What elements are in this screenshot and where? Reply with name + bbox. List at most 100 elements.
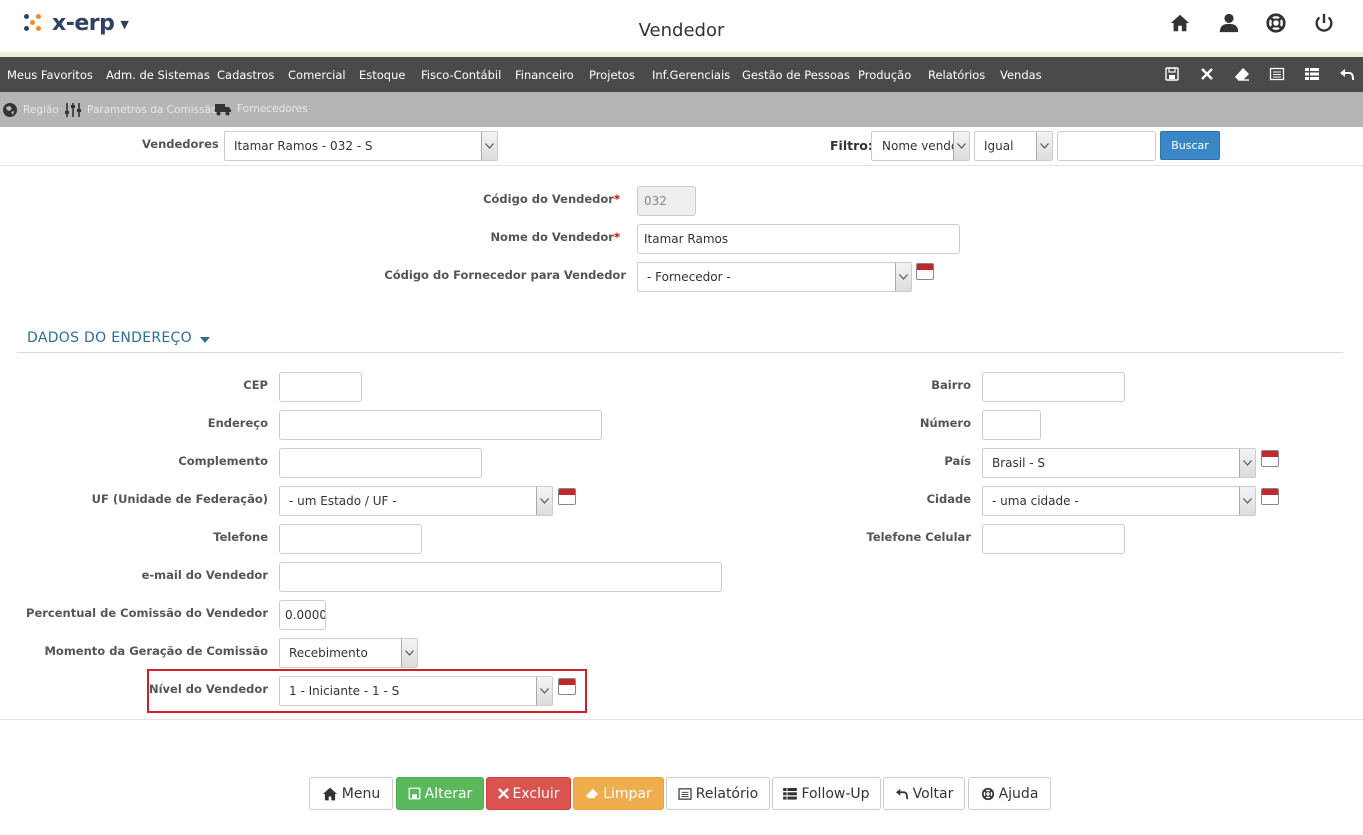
excluir-button[interactable]: Excluir xyxy=(486,777,571,810)
vendedores-label: Vendedores xyxy=(142,137,219,151)
life-ring-icon xyxy=(981,787,994,800)
menu-vendas[interactable]: Vendas xyxy=(1000,68,1042,82)
telefone-input[interactable] xyxy=(279,524,422,554)
menu-comercial[interactable]: Comercial xyxy=(288,68,346,82)
page-title: Vendedor xyxy=(638,20,725,41)
telefone-celular-input[interactable] xyxy=(982,524,1125,554)
chevron-down-icon xyxy=(481,132,497,160)
nome-vendedor-label: Nome do Vendedor* xyxy=(490,230,620,244)
menu-producao[interactable]: Produção xyxy=(858,68,911,82)
fornecedor-select[interactable]: - Fornecedor - xyxy=(637,262,912,292)
menu-financeiro[interactable]: Financeiro xyxy=(515,68,574,82)
relatorio-button[interactable]: Relatório xyxy=(666,777,770,810)
nivel-vendedor-value: 1 - Iniciante - 1 - S xyxy=(289,684,400,698)
alterar-button-label: Alterar xyxy=(424,785,473,802)
top-header: x-erp ▼ Vendedor xyxy=(0,0,1363,52)
bairro-label: Bairro xyxy=(931,378,971,392)
eraser-icon xyxy=(586,788,599,798)
eraser-icon[interactable] xyxy=(1234,66,1250,82)
menu-relatorios[interactable]: Relatórios xyxy=(928,68,985,82)
numero-input[interactable] xyxy=(982,410,1041,440)
ajuda-button[interactable]: Ajuda xyxy=(968,777,1051,810)
close-icon[interactable] xyxy=(1199,66,1215,82)
endereco-input[interactable] xyxy=(279,410,602,440)
menu-inf-gerenciais[interactable]: Inf.Gerenciais xyxy=(652,68,730,82)
uf-lookup-icon[interactable] xyxy=(558,488,576,505)
voltar-button-label: Voltar xyxy=(912,785,954,802)
pais-select[interactable]: Brasil - S xyxy=(982,448,1256,478)
percentual-comissao-input[interactable]: 0.0000 xyxy=(279,600,326,630)
cidade-lookup-icon[interactable] xyxy=(1261,488,1279,505)
codigo-vendedor-input[interactable]: 032 xyxy=(637,186,696,216)
codigo-vendedor-label: Código do Vendedor* xyxy=(483,192,620,206)
cidade-select[interactable]: - uma cidade - xyxy=(982,486,1256,516)
nivel-vendedor-label: Nível do Vendedor xyxy=(148,682,268,696)
subbar-item-parametros-comissao[interactable]: Parametros da Comissão xyxy=(64,102,217,118)
menu-cadastros[interactable]: Cadastros xyxy=(217,68,274,82)
nivel-vendedor-select[interactable]: 1 - Iniciante - 1 - S xyxy=(279,676,553,706)
home-icon xyxy=(322,787,337,800)
uf-select[interactable]: - um Estado / UF - xyxy=(279,486,553,516)
life-ring-icon[interactable] xyxy=(1265,12,1287,34)
subbar-item-regiao[interactable]: Região xyxy=(2,102,59,118)
caret-down-icon xyxy=(199,336,210,343)
save-icon[interactable] xyxy=(1164,66,1180,82)
buscar-button[interactable]: Buscar xyxy=(1160,131,1220,160)
uf-select-value: - um Estado / UF - xyxy=(289,494,397,508)
email-input[interactable] xyxy=(279,562,722,592)
list-alt-icon[interactable] xyxy=(1269,66,1285,82)
sliders-icon xyxy=(65,103,81,117)
momento-comissao-select[interactable]: Recebimento xyxy=(279,638,418,668)
cep-input[interactable] xyxy=(279,372,362,402)
pais-select-value: Brasil - S xyxy=(992,456,1046,470)
section-dados-endereco[interactable]: DADOS DO ENDEREÇO xyxy=(27,330,210,346)
menu-adm-sistemas[interactable]: Adm. de Sistemas xyxy=(106,68,210,82)
filter-search-input[interactable] xyxy=(1057,131,1156,161)
limpar-button-label: Limpar xyxy=(603,785,652,802)
close-icon xyxy=(497,788,509,799)
chevron-down-icon xyxy=(1036,132,1052,160)
power-icon[interactable] xyxy=(1313,12,1335,34)
menu-estoque[interactable]: Estoque xyxy=(359,68,405,82)
filter-field-select[interactable]: Nome vendedor xyxy=(871,131,970,161)
complemento-label: Complemento xyxy=(178,454,268,468)
excluir-button-label: Excluir xyxy=(512,785,560,802)
vendedores-select[interactable]: Itamar Ramos - 032 - S xyxy=(224,131,498,161)
section-title: DADOS DO ENDEREÇO xyxy=(27,330,192,346)
pais-label: País xyxy=(944,454,971,468)
chevron-down-icon xyxy=(401,639,417,667)
complemento-input[interactable] xyxy=(279,448,482,478)
chevron-down-icon xyxy=(953,132,969,160)
endereco-label: Endereço xyxy=(207,416,268,430)
user-icon[interactable] xyxy=(1218,12,1240,34)
fornecedor-lookup-icon[interactable] xyxy=(916,263,934,280)
followup-button[interactable]: Follow-Up xyxy=(772,777,881,810)
menu-meus-favoritos[interactable]: Meus Favoritos xyxy=(7,68,93,82)
undo-icon[interactable] xyxy=(1339,66,1355,82)
menu-gestao-pessoas[interactable]: Gestão de Pessoas xyxy=(742,68,850,82)
menu-projetos[interactable]: Projetos xyxy=(589,68,635,82)
limpar-button[interactable]: Limpar xyxy=(573,777,664,810)
table-icon[interactable] xyxy=(1304,66,1320,82)
subbar-item-fornecedores[interactable]: Fornecedores xyxy=(214,102,308,116)
chevron-down-icon xyxy=(895,263,911,291)
vendedores-select-value: Itamar Ramos - 032 - S xyxy=(234,139,373,153)
nome-vendedor-input[interactable]: Itamar Ramos xyxy=(637,224,960,254)
filter-operator-select[interactable]: Igual xyxy=(974,131,1053,161)
pais-lookup-icon[interactable] xyxy=(1261,450,1279,467)
voltar-button[interactable]: Voltar xyxy=(883,777,965,810)
home-icon[interactable] xyxy=(1169,12,1191,34)
followup-button-label: Follow-Up xyxy=(801,785,870,802)
subbar-label-regiao: Região xyxy=(23,104,59,116)
uf-label: UF (Unidade de Federação) xyxy=(91,492,268,506)
chevron-down-icon xyxy=(536,487,552,515)
menu-fisco-contabil[interactable]: Fisco-Contábil xyxy=(421,68,501,82)
nivel-lookup-icon[interactable] xyxy=(558,678,576,695)
email-label: e-mail do Vendedor xyxy=(141,568,268,582)
subbar-label-fornecedores: Fornecedores xyxy=(237,103,308,115)
telefone-label: Telefone xyxy=(213,530,268,544)
numero-label: Número xyxy=(919,416,971,430)
bairro-input[interactable] xyxy=(982,372,1125,402)
menu-button[interactable]: Menu xyxy=(309,777,393,810)
alterar-button[interactable]: Alterar xyxy=(396,777,484,810)
